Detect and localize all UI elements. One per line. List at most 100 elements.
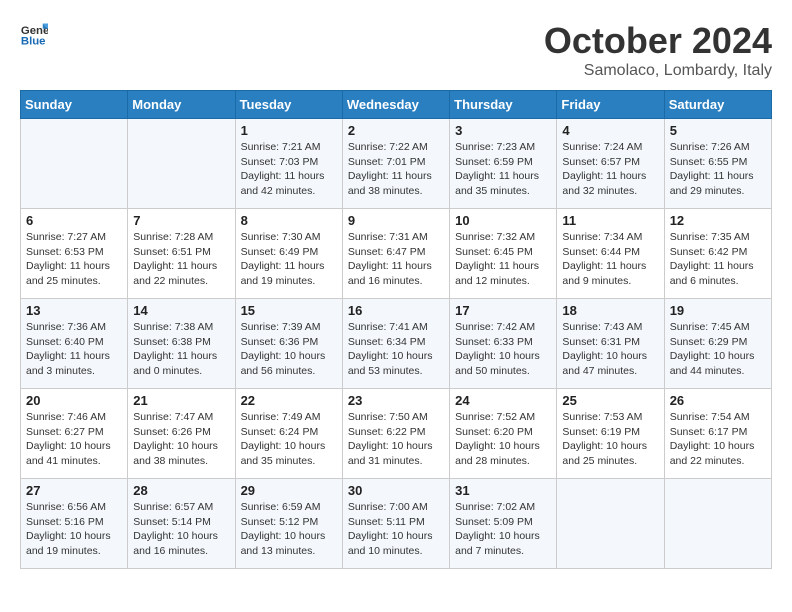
page-header: General Blue October 2024 Samolaco, Lomb… bbox=[20, 20, 772, 80]
logo: General Blue bbox=[20, 20, 48, 48]
day-number: 7 bbox=[133, 213, 229, 228]
day-info: Sunrise: 7:21 AM Sunset: 7:03 PM Dayligh… bbox=[241, 140, 337, 199]
calendar-cell: 10Sunrise: 7:32 AM Sunset: 6:45 PM Dayli… bbox=[450, 209, 557, 299]
day-number: 9 bbox=[348, 213, 444, 228]
calendar-cell: 24 Sunrise: 7:52 AM Sunset: 6:20 PM Dayli… bbox=[450, 389, 557, 479]
day-number: 4 bbox=[562, 123, 658, 138]
calendar-week-3: 13 Sunrise: 7:36 AM Sunset: 6:40 PM Dayli… bbox=[21, 299, 772, 389]
day-info: Sunrise: 7:54 AM Sunset: 6:17 PM Dayligh… bbox=[670, 410, 766, 469]
calendar-week-4: 20Sunrise: 7:46 AM Sunset: 6:27 PM Dayli… bbox=[21, 389, 772, 479]
calendar-title: October 2024 bbox=[544, 20, 772, 62]
day-number: 20 bbox=[26, 393, 122, 408]
calendar-week-1: 1Sunrise: 7:21 AM Sunset: 7:03 PM Daylig… bbox=[21, 119, 772, 209]
calendar-cell: 16Sunrise: 7:41 AM Sunset: 6:34 PM Dayli… bbox=[342, 299, 449, 389]
day-number: 19 bbox=[670, 303, 766, 318]
day-info: Sunrise: 7:50 AM Sunset: 6:22 PM Dayligh… bbox=[348, 410, 444, 469]
calendar-cell: 27Sunrise: 6:56 AM Sunset: 5:16 PM Dayli… bbox=[21, 479, 128, 569]
day-number: 24 bbox=[455, 393, 551, 408]
day-info: Sunrise: 6:57 AM Sunset: 5:14 PM Dayligh… bbox=[133, 500, 229, 559]
calendar-cell bbox=[128, 119, 235, 209]
calendar-cell: 7 Sunrise: 7:28 AM Sunset: 6:51 PM Daylig… bbox=[128, 209, 235, 299]
day-info: Sunrise: 7:02 AM Sunset: 5:09 PM Dayligh… bbox=[455, 500, 551, 559]
weekday-header-row: SundayMondayTuesdayWednesdayThursdayFrid… bbox=[21, 91, 772, 119]
calendar-cell: 20Sunrise: 7:46 AM Sunset: 6:27 PM Dayli… bbox=[21, 389, 128, 479]
calendar-cell: 29 Sunrise: 6:59 AM Sunset: 5:12 PM Dayli… bbox=[235, 479, 342, 569]
day-info: Sunrise: 7:22 AM Sunset: 7:01 PM Dayligh… bbox=[348, 140, 444, 199]
day-number: 25 bbox=[562, 393, 658, 408]
day-number: 27 bbox=[26, 483, 122, 498]
day-info: Sunrise: 7:00 AM Sunset: 5:11 PM Dayligh… bbox=[348, 500, 444, 559]
svg-text:Blue: Blue bbox=[21, 36, 46, 48]
calendar-cell: 4 Sunrise: 7:24 AM Sunset: 6:57 PM Daylig… bbox=[557, 119, 664, 209]
day-number: 26 bbox=[670, 393, 766, 408]
calendar-cell: 22 Sunrise: 7:49 AM Sunset: 6:24 PM Dayli… bbox=[235, 389, 342, 479]
day-info: Sunrise: 7:24 AM Sunset: 6:57 PM Dayligh… bbox=[562, 140, 658, 199]
day-number: 22 bbox=[241, 393, 337, 408]
day-info: Sunrise: 6:59 AM Sunset: 5:12 PM Dayligh… bbox=[241, 500, 337, 559]
day-number: 17 bbox=[455, 303, 551, 318]
calendar-cell: 11 Sunrise: 7:34 AM Sunset: 6:44 PM Dayli… bbox=[557, 209, 664, 299]
weekday-thursday: Thursday bbox=[450, 91, 557, 119]
calendar-table: SundayMondayTuesdayWednesdayThursdayFrid… bbox=[20, 90, 772, 569]
weekday-sunday: Sunday bbox=[21, 91, 128, 119]
day-number: 29 bbox=[241, 483, 337, 498]
calendar-cell: 19Sunrise: 7:45 AM Sunset: 6:29 PM Dayli… bbox=[664, 299, 771, 389]
day-number: 11 bbox=[562, 213, 658, 228]
calendar-subtitle: Samolaco, Lombardy, Italy bbox=[544, 62, 772, 80]
calendar-cell: 30 Sunrise: 7:00 AM Sunset: 5:11 PM Dayli… bbox=[342, 479, 449, 569]
day-info: Sunrise: 7:49 AM Sunset: 6:24 PM Dayligh… bbox=[241, 410, 337, 469]
day-number: 6 bbox=[26, 213, 122, 228]
day-number: 18 bbox=[562, 303, 658, 318]
calendar-cell: 3Sunrise: 7:23 AM Sunset: 6:59 PM Daylig… bbox=[450, 119, 557, 209]
day-number: 5 bbox=[670, 123, 766, 138]
calendar-cell: 1Sunrise: 7:21 AM Sunset: 7:03 PM Daylig… bbox=[235, 119, 342, 209]
title-block: October 2024 Samolaco, Lombardy, Italy bbox=[544, 20, 772, 80]
weekday-tuesday: Tuesday bbox=[235, 91, 342, 119]
day-info: Sunrise: 7:36 AM Sunset: 6:40 PM Dayligh… bbox=[26, 320, 122, 379]
calendar-week-2: 6Sunrise: 7:27 AM Sunset: 6:53 PM Daylig… bbox=[21, 209, 772, 299]
calendar-cell: 15 Sunrise: 7:39 AM Sunset: 6:36 PM Dayli… bbox=[235, 299, 342, 389]
day-number: 13 bbox=[26, 303, 122, 318]
calendar-cell: 26 Sunrise: 7:54 AM Sunset: 6:17 PM Dayli… bbox=[664, 389, 771, 479]
day-number: 14 bbox=[133, 303, 229, 318]
day-info: Sunrise: 7:28 AM Sunset: 6:51 PM Dayligh… bbox=[133, 230, 229, 289]
calendar-cell bbox=[21, 119, 128, 209]
calendar-cell: 17 Sunrise: 7:42 AM Sunset: 6:33 PM Dayli… bbox=[450, 299, 557, 389]
calendar-cell bbox=[557, 479, 664, 569]
day-number: 23 bbox=[348, 393, 444, 408]
day-info: Sunrise: 7:43 AM Sunset: 6:31 PM Dayligh… bbox=[562, 320, 658, 379]
day-info: Sunrise: 7:31 AM Sunset: 6:47 PM Dayligh… bbox=[348, 230, 444, 289]
day-info: Sunrise: 7:42 AM Sunset: 6:33 PM Dayligh… bbox=[455, 320, 551, 379]
calendar-cell: 13 Sunrise: 7:36 AM Sunset: 6:40 PM Dayli… bbox=[21, 299, 128, 389]
calendar-cell: 31 Sunrise: 7:02 AM Sunset: 5:09 PM Dayli… bbox=[450, 479, 557, 569]
calendar-cell: 25 Sunrise: 7:53 AM Sunset: 6:19 PM Dayli… bbox=[557, 389, 664, 479]
day-info: Sunrise: 7:34 AM Sunset: 6:44 PM Dayligh… bbox=[562, 230, 658, 289]
day-info: Sunrise: 7:23 AM Sunset: 6:59 PM Dayligh… bbox=[455, 140, 551, 199]
day-info: Sunrise: 7:52 AM Sunset: 6:20 PM Dayligh… bbox=[455, 410, 551, 469]
calendar-week-5: 27Sunrise: 6:56 AM Sunset: 5:16 PM Dayli… bbox=[21, 479, 772, 569]
day-number: 8 bbox=[241, 213, 337, 228]
calendar-body: 1Sunrise: 7:21 AM Sunset: 7:03 PM Daylig… bbox=[21, 119, 772, 569]
day-info: Sunrise: 7:53 AM Sunset: 6:19 PM Dayligh… bbox=[562, 410, 658, 469]
calendar-cell: 5Sunrise: 7:26 AM Sunset: 6:55 PM Daylig… bbox=[664, 119, 771, 209]
calendar-cell: 21Sunrise: 7:47 AM Sunset: 6:26 PM Dayli… bbox=[128, 389, 235, 479]
day-info: Sunrise: 7:30 AM Sunset: 6:49 PM Dayligh… bbox=[241, 230, 337, 289]
calendar-cell: 18 Sunrise: 7:43 AM Sunset: 6:31 PM Dayli… bbox=[557, 299, 664, 389]
calendar-cell: 8 Sunrise: 7:30 AM Sunset: 6:49 PM Daylig… bbox=[235, 209, 342, 299]
day-info: Sunrise: 7:39 AM Sunset: 6:36 PM Dayligh… bbox=[241, 320, 337, 379]
day-number: 21 bbox=[133, 393, 229, 408]
weekday-monday: Monday bbox=[128, 91, 235, 119]
day-number: 30 bbox=[348, 483, 444, 498]
weekday-friday: Friday bbox=[557, 91, 664, 119]
day-number: 31 bbox=[455, 483, 551, 498]
day-number: 15 bbox=[241, 303, 337, 318]
day-info: Sunrise: 7:35 AM Sunset: 6:42 PM Dayligh… bbox=[670, 230, 766, 289]
day-number: 28 bbox=[133, 483, 229, 498]
calendar-cell: 28 Sunrise: 6:57 AM Sunset: 5:14 PM Dayli… bbox=[128, 479, 235, 569]
day-info: Sunrise: 7:41 AM Sunset: 6:34 PM Dayligh… bbox=[348, 320, 444, 379]
day-info: Sunrise: 7:32 AM Sunset: 6:45 PM Dayligh… bbox=[455, 230, 551, 289]
calendar-cell: 12 Sunrise: 7:35 AM Sunset: 6:42 PM Dayli… bbox=[664, 209, 771, 299]
logo-icon: General Blue bbox=[20, 20, 48, 48]
day-number: 12 bbox=[670, 213, 766, 228]
day-number: 2 bbox=[348, 123, 444, 138]
